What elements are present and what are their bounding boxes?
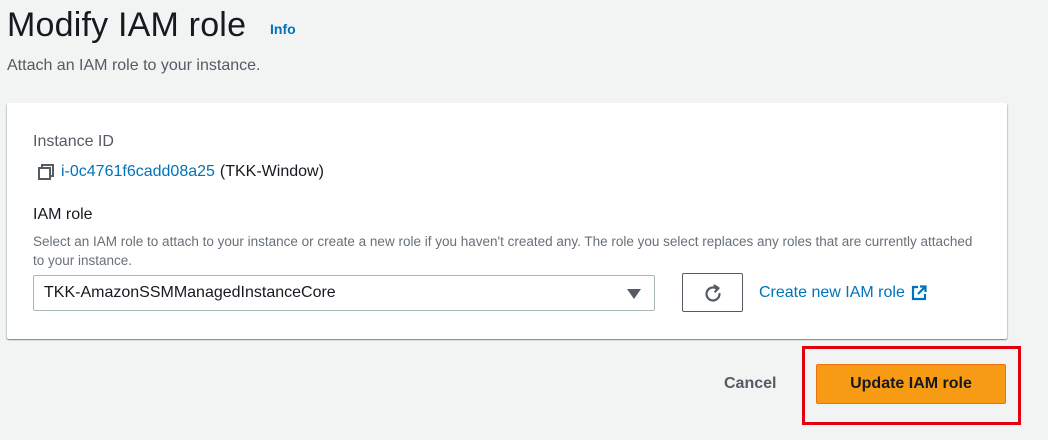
instance-id-row: i-0c4761f6cadd08a25 (TKK-Window): [37, 163, 324, 181]
iam-role-description: Select an IAM role to attach to your ins…: [33, 234, 973, 268]
create-iam-role-link[interactable]: Create new IAM role: [759, 284, 927, 302]
iam-role-selected-value: TKK-AmazonSSMManagedInstanceCore: [44, 284, 336, 301]
instance-id-link[interactable]: i-0c4761f6cadd08a25: [61, 163, 215, 181]
chevron-down-icon: [627, 289, 641, 299]
external-link-icon: [911, 285, 927, 301]
create-iam-role-label: Create new IAM role: [759, 284, 905, 301]
cancel-button[interactable]: Cancel: [716, 373, 784, 395]
settings-panel: Instance ID i-0c4761f6cadd08a25 (TKK-Win…: [7, 103, 1007, 339]
refresh-button[interactable]: [682, 273, 743, 312]
update-iam-role-button[interactable]: Update IAM role: [816, 364, 1006, 404]
info-link[interactable]: Info: [270, 21, 296, 37]
iam-role-select[interactable]: TKK-AmazonSSMManagedInstanceCore: [33, 275, 655, 311]
page-title: Modify IAM role: [7, 6, 247, 44]
instance-id-label: Instance ID: [33, 133, 114, 150]
instance-name: (TKK-Window): [219, 163, 324, 180]
copy-icon[interactable]: [37, 163, 55, 181]
iam-role-label: IAM role: [33, 206, 93, 223]
page-description: Attach an IAM role to your instance.: [7, 57, 261, 74]
refresh-icon: [705, 284, 721, 302]
